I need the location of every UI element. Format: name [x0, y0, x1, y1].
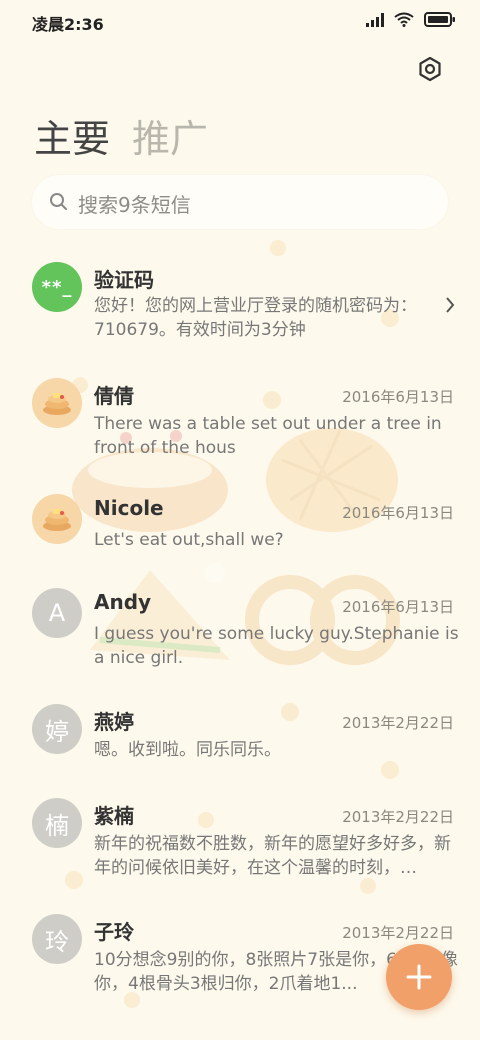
- status-icons: [366, 12, 456, 27]
- contact-name: 紫楠: [94, 804, 134, 828]
- tab-promotions[interactable]: 推广: [132, 108, 208, 163]
- avatar: A: [32, 588, 82, 638]
- avatar: [32, 378, 82, 428]
- conversation-item[interactable]: **_ 验证码 您好！您的网上营业厅登录的随机密码为：710679。有效时间为3…: [0, 262, 480, 358]
- message-preview: Let's eat out,shall we?: [94, 530, 284, 550]
- conversation-item[interactable]: 婷 燕婷 2013年2月22日 嗯。收到啦。同乐同乐。: [0, 704, 480, 774]
- message-date: 2013年2月22日: [342, 808, 454, 826]
- chevron-right-icon[interactable]: [444, 296, 456, 314]
- message-date: 2016年6月13日: [342, 504, 454, 522]
- conversation-item[interactable]: Nicole 2016年6月13日 Let's eat out,shall we…: [0, 494, 480, 564]
- tab-main[interactable]: 主要: [34, 108, 110, 163]
- message-date: 2013年2月22日: [342, 714, 454, 732]
- conversation-item[interactable]: 倩倩 2016年6月13日 There was a table set out …: [0, 378, 480, 474]
- message-preview: 嗯。收到啦。同乐同乐。: [94, 740, 281, 760]
- search-icon: [50, 193, 67, 210]
- contact-name: 验证码: [94, 268, 154, 292]
- pancake-icon: [43, 509, 71, 531]
- avatar: 楠: [32, 798, 82, 848]
- message-date: 2016年6月13日: [342, 598, 454, 616]
- message-preview: There was a table set out under a tree i…: [94, 414, 442, 458]
- contact-name: Nicole: [94, 496, 164, 520]
- conversation-item[interactable]: 楠 紫楠 2013年2月22日 新年的祝福数不胜数，新年的愿望好多好多，新年的问…: [0, 798, 480, 894]
- pancake-icon: [43, 393, 71, 415]
- status-time: 凌晨2:36: [32, 15, 104, 34]
- message-preview: 新年的祝福数不胜数，新年的愿望好多好多，新年的问候依旧美好，在这个温馨的时刻，…: [94, 834, 451, 878]
- avatar: **_: [32, 262, 82, 312]
- message-preview: I guess you're some lucky guy.Stephanie …: [94, 624, 459, 668]
- signal-icon: [366, 12, 384, 27]
- message-date: 2013年2月22日: [342, 924, 454, 942]
- avatar: [32, 494, 82, 544]
- message-preview: 您好！您的网上营业厅登录的随机密码为：710679。有效时间为3分钟: [94, 296, 417, 340]
- avatar: 婷: [32, 704, 82, 754]
- settings-icon[interactable]: [416, 55, 444, 83]
- message-date: 2016年6月13日: [342, 388, 454, 406]
- battery-icon: [424, 12, 455, 27]
- tab-bar: 主要 推广: [34, 108, 208, 163]
- conversation-item[interactable]: A Andy 2016年6月13日 I guess you're some lu…: [0, 588, 480, 678]
- contact-name: 倩倩: [94, 384, 134, 408]
- status-bar: 凌晨2:36: [0, 0, 480, 42]
- contact-name: 子玲: [94, 920, 134, 944]
- plus-icon: [406, 964, 432, 990]
- wifi-icon: [394, 12, 414, 27]
- search-placeholder: 搜索9条短信: [78, 193, 191, 217]
- compose-button[interactable]: [386, 944, 452, 1010]
- contact-name: Andy: [94, 590, 152, 614]
- contact-name: 燕婷: [94, 710, 134, 734]
- avatar: 玲: [32, 914, 82, 964]
- search-input[interactable]: 搜索9条短信: [32, 175, 448, 229]
